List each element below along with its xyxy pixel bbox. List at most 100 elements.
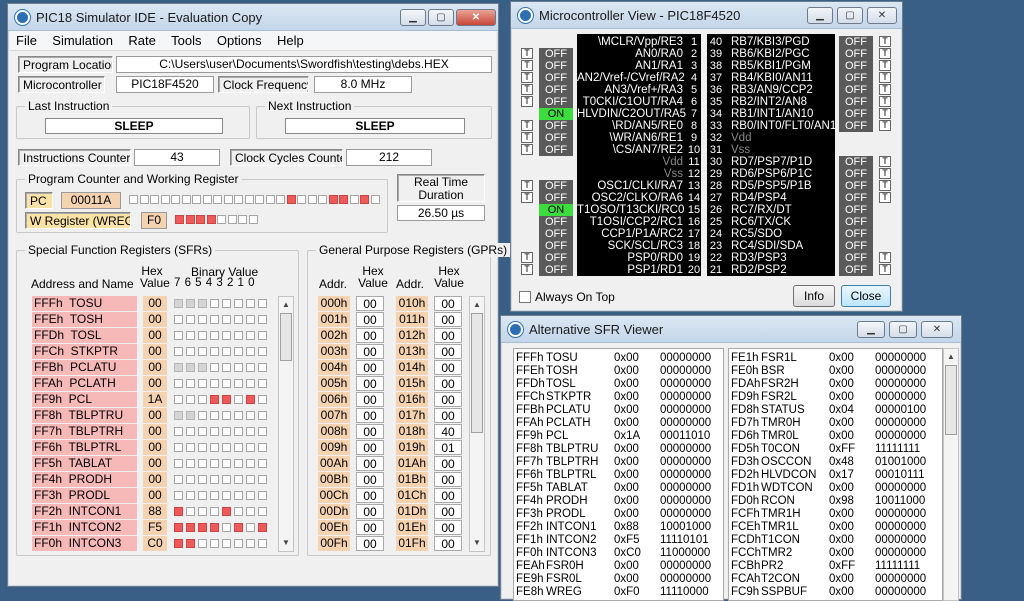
wreg-bit[interactable]: [227, 215, 237, 224]
gpr-hex[interactable]: 00: [356, 328, 384, 343]
toggle-icon[interactable]: T: [879, 84, 891, 95]
pc-bit[interactable]: [328, 195, 338, 204]
sfr-bit[interactable]: [210, 347, 219, 356]
pin-state[interactable]: OFF: [539, 120, 573, 132]
pin-state[interactable]: OFF: [539, 48, 573, 60]
gpr-hex[interactable]: 00: [356, 488, 384, 503]
toggle-icon[interactable]: T: [879, 36, 891, 47]
sfr-bit[interactable]: [210, 507, 219, 516]
toggle-icon[interactable]: T: [879, 96, 891, 107]
sfr-bit[interactable]: [174, 395, 183, 404]
sfr-bit[interactable]: [246, 299, 255, 308]
sfr-bit[interactable]: [186, 427, 195, 436]
gpr-hex[interactable]: 00: [356, 296, 384, 311]
pc-bit[interactable]: [202, 195, 212, 204]
pc-bit[interactable]: [360, 195, 369, 204]
sfr-bit[interactable]: [234, 315, 243, 324]
always-on-top-checkbox[interactable]: [519, 291, 531, 303]
sfr-bit[interactable]: [174, 347, 183, 356]
sfr-bit[interactable]: [234, 411, 243, 420]
pin-state[interactable]: OFF: [539, 144, 573, 156]
sfr-bit[interactable]: [246, 331, 255, 340]
gpr-hex[interactable]: 00: [356, 360, 384, 375]
program-location-value[interactable]: C:\Users\user\Documents\Swordfish\testin…: [116, 56, 492, 73]
gpr-hex[interactable]: 00: [434, 472, 462, 487]
sfr-bit[interactable]: [258, 347, 267, 356]
wreg-bit[interactable]: [175, 215, 184, 224]
sfr-bit[interactable]: [258, 299, 267, 308]
maximize-icon[interactable]: ▢: [889, 321, 917, 338]
microcontroller-value[interactable]: PIC18F4520: [116, 76, 214, 93]
sfr-bit[interactable]: [210, 491, 219, 500]
minimize-icon[interactable]: ▁: [857, 321, 885, 338]
pin-state[interactable]: OFF: [539, 264, 573, 276]
pin-state[interactable]: OFF: [839, 264, 873, 276]
sfr-bit[interactable]: [246, 315, 255, 324]
sfr-bit[interactable]: [174, 523, 183, 532]
sfr-bit[interactable]: [222, 411, 231, 420]
sfr-bit[interactable]: [210, 539, 219, 548]
sfr-bit[interactable]: [234, 347, 243, 356]
minimize-icon[interactable]: ▁: [400, 9, 426, 26]
sfr-bit[interactable]: [198, 379, 207, 388]
pin-state[interactable]: OFF: [839, 36, 873, 48]
sfr-bit[interactable]: [258, 395, 267, 404]
sfr-bit[interactable]: [198, 443, 207, 452]
maximize-icon[interactable]: ▢: [837, 7, 863, 24]
gpr-hex[interactable]: 00: [434, 392, 462, 407]
sfr-bit[interactable]: [258, 363, 267, 372]
sfr-bit[interactable]: [210, 363, 219, 372]
pin-state[interactable]: OFF: [839, 156, 873, 168]
pc-bit[interactable]: [234, 195, 243, 204]
sfr-bit[interactable]: [246, 459, 255, 468]
sfr-bit[interactable]: [234, 395, 243, 404]
pc-bit[interactable]: [349, 195, 359, 204]
pin-state[interactable]: OFF: [839, 228, 873, 240]
sfr-hex[interactable]: 00: [143, 488, 167, 503]
sfr-hex[interactable]: 00: [143, 472, 167, 487]
gpr-hex[interactable]: 00: [434, 504, 462, 519]
sfr-bit[interactable]: [198, 411, 207, 420]
pc-bit[interactable]: [339, 195, 348, 204]
sfr-bit[interactable]: [258, 475, 267, 484]
close-icon[interactable]: ✕: [921, 321, 953, 338]
sfr-bit[interactable]: [258, 331, 267, 340]
sfr-bit[interactable]: [186, 459, 195, 468]
pin-state[interactable]: OFF: [839, 168, 873, 180]
sfr-bit[interactable]: [246, 347, 255, 356]
pc-bit[interactable]: [223, 195, 233, 204]
pin-state[interactable]: ON: [539, 108, 573, 120]
pc-bit[interactable]: [213, 195, 222, 204]
sfr-hex[interactable]: 00: [143, 360, 167, 375]
sfr-bit[interactable]: [222, 315, 231, 324]
pc-bit[interactable]: [244, 195, 254, 204]
gpr-hex[interactable]: 00: [356, 392, 384, 407]
pin-state[interactable]: OFF: [539, 72, 573, 84]
pc-bit[interactable]: [181, 195, 191, 204]
toggle-icon[interactable]: T: [879, 168, 891, 179]
sfr-bit[interactable]: [210, 443, 219, 452]
sfr-hex[interactable]: 00: [143, 408, 167, 423]
pin-state[interactable]: OFF: [539, 132, 573, 144]
pc-bit[interactable]: [370, 195, 380, 204]
pin-state[interactable]: OFF: [539, 192, 573, 204]
sfr-bit[interactable]: [174, 427, 183, 436]
sfr-bit[interactable]: [198, 523, 207, 532]
close-icon[interactable]: ✕: [456, 9, 496, 26]
sfr-bit[interactable]: [258, 379, 267, 388]
scroll-thumb[interactable]: [945, 365, 957, 435]
sfr-bit[interactable]: [210, 475, 219, 484]
sfr-bit[interactable]: [234, 475, 243, 484]
gpr-hex[interactable]: 00: [356, 424, 384, 439]
toggle-icon[interactable]: T: [879, 252, 891, 263]
sfr-hex[interactable]: C0: [143, 536, 167, 551]
sfr-bit[interactable]: [210, 459, 219, 468]
sfr-bit[interactable]: [246, 507, 255, 516]
pin-state[interactable]: ON: [539, 204, 573, 216]
sfr-bit[interactable]: [174, 315, 183, 324]
sfr-bit[interactable]: [186, 475, 195, 484]
sfr-bit[interactable]: [186, 379, 195, 388]
sfr-bit[interactable]: [258, 443, 267, 452]
pc-bit[interactable]: [307, 195, 317, 204]
pin-state[interactable]: OFF: [839, 180, 873, 192]
